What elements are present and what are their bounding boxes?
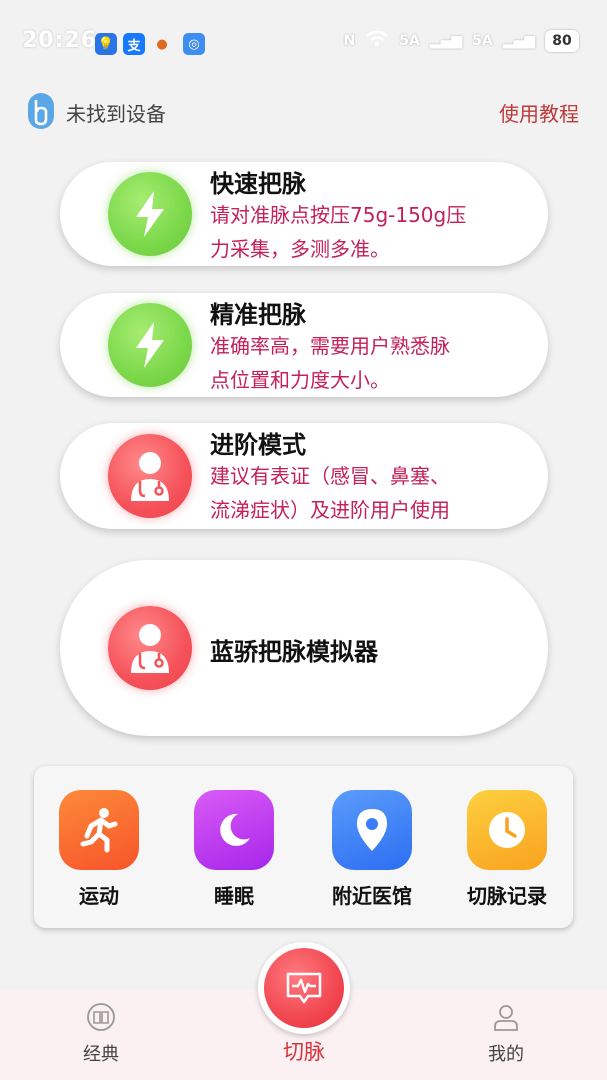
heart-pulse-icon	[264, 948, 344, 1028]
top-row: 未找到设备 使用教程	[0, 88, 607, 132]
signal-icon: ▂▄▆	[429, 33, 463, 49]
tutorial-link[interactable]: 使用教程	[499, 98, 579, 127]
doctor-icon	[108, 606, 192, 690]
precise-pulse-card[interactable]: 精准把脉 准确率高，需要用户熟悉脉 点位置和力度大小。	[60, 293, 548, 397]
shortcut-label: 切脉记录	[467, 884, 547, 908]
card-desc-line: 流涕症状）及进阶用户使用	[210, 498, 450, 522]
moon-icon	[194, 790, 274, 870]
delivery-app-icon: ●	[156, 36, 168, 52]
card-title: 快速把脉	[210, 170, 306, 198]
pulse-simulator-card[interactable]: 蓝骄把脉模拟器	[60, 560, 548, 736]
alipay-app-icon: 支	[123, 33, 145, 55]
nav-mine[interactable]: 我的	[446, 1002, 566, 1066]
signal-icon: ▂▄▆	[502, 33, 535, 49]
shortcut-label: 睡眠	[214, 884, 254, 908]
card-desc-line: 建议有表证（感冒、鼻塞、	[210, 464, 450, 488]
card-desc-line: 准确率高，需要用户熟悉脉	[210, 334, 450, 358]
book-icon	[86, 1002, 116, 1032]
user-icon	[491, 1002, 521, 1032]
doctor-icon	[108, 434, 192, 518]
nav-label: 经典	[83, 1044, 119, 1065]
hotspot-app-icon: ◎	[183, 33, 205, 55]
shortcut-sleep[interactable]: 睡眠	[179, 790, 289, 909]
card-desc-line: 点位置和力度大小。	[210, 368, 390, 392]
card-desc-line: 力采集，多测多准。	[210, 237, 390, 261]
card-desc: 请对准脉点按压75g-150g压 力采集，多测多准。	[210, 198, 520, 266]
status-indicators: N 5A ▂▄▆ 5A ▂▄▆ 80	[343, 30, 579, 52]
shortcut-pulse-records[interactable]: 切脉记录	[452, 790, 562, 909]
nav-label: 我的	[488, 1044, 524, 1065]
card-desc-line: 请对准脉点按压75g-150g压	[210, 203, 467, 227]
signal-1-label: 5A	[399, 33, 420, 49]
lightbulb-app-icon: 💡	[95, 33, 117, 55]
wifi-icon	[365, 30, 389, 52]
lightning-icon	[108, 172, 192, 256]
running-icon	[59, 790, 139, 870]
card-desc: 准确率高，需要用户熟悉脉 点位置和力度大小。	[210, 329, 520, 397]
shortcut-exercise[interactable]: 运动	[44, 790, 154, 909]
shortcuts-panel: 运动 睡眠 附近医馆 切脉记录	[34, 766, 573, 928]
advanced-mode-card[interactable]: 进阶模式 建议有表证（感冒、鼻塞、 流涕症状）及进阶用户使用	[60, 423, 548, 529]
shortcut-label: 附近医馆	[332, 884, 412, 908]
pulse-center-button[interactable]	[258, 942, 350, 1034]
signal-2-label: 5A	[472, 33, 493, 49]
location-pin-icon	[332, 790, 412, 870]
card-desc: 建议有表证（感冒、鼻塞、 流涕症状）及进阶用户使用	[210, 459, 520, 527]
card-title: 精准把脉	[210, 301, 306, 329]
device-status-label[interactable]: 未找到设备	[66, 98, 166, 127]
card-title: 蓝骄把脉模拟器	[210, 638, 378, 666]
status-bar: 20:26 💡 支 ● ◎ N 5A ▂▄▆ 5A ▂▄▆ 80	[0, 0, 607, 88]
quick-pulse-card[interactable]: 快速把脉 请对准脉点按压75g-150g压 力采集，多测多准。	[60, 162, 548, 266]
battery-indicator: 80	[545, 30, 579, 52]
shortcut-label: 运动	[79, 884, 119, 908]
device-logo-icon[interactable]	[26, 92, 56, 130]
nfc-icon: N	[343, 33, 356, 49]
lightning-icon	[108, 303, 192, 387]
clock-icon	[467, 790, 547, 870]
nav-classics[interactable]: 经典	[41, 1002, 161, 1066]
card-title: 进阶模式	[210, 431, 306, 459]
status-time: 20:26	[22, 28, 98, 53]
nav-pulse-label[interactable]: 切脉	[254, 1036, 354, 1066]
shortcut-nearby-clinic[interactable]: 附近医馆	[317, 790, 427, 909]
